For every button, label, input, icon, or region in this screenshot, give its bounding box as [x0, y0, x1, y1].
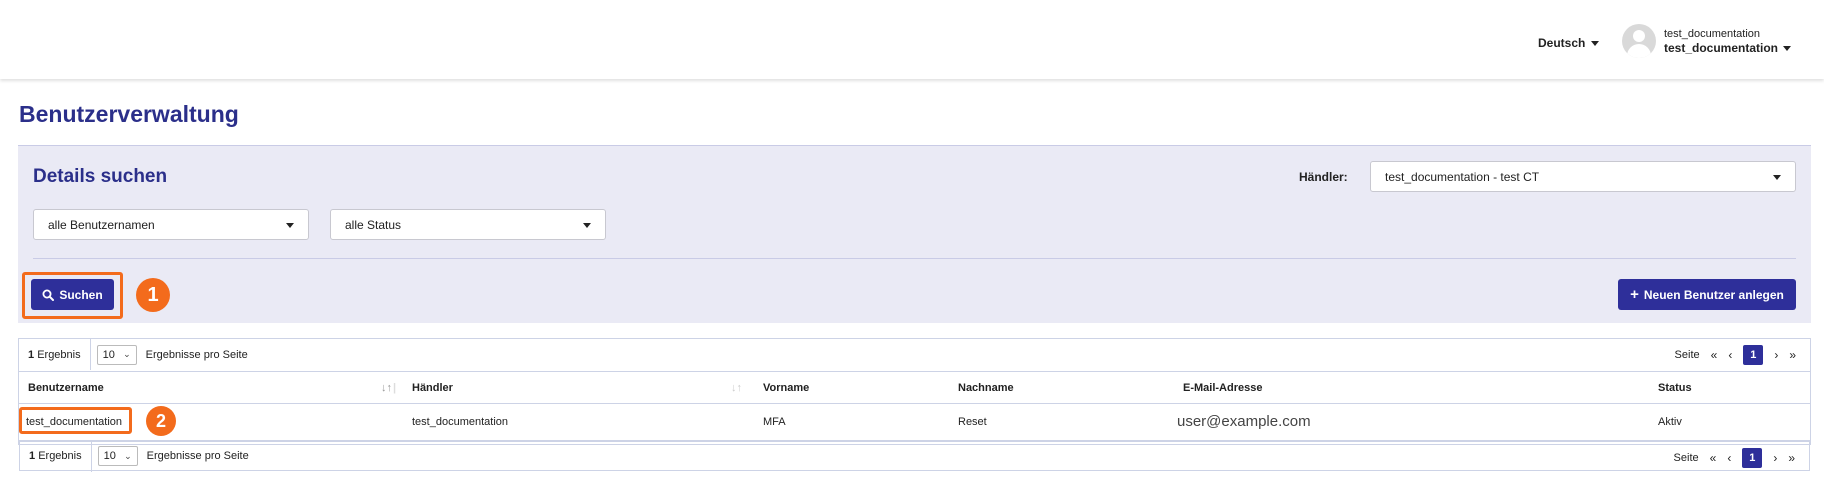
table-header-row: Benutzername ↓↑ | Händler ↓↑ Vorname Nac…	[19, 371, 1810, 404]
result-count: 1	[28, 348, 35, 361]
last-page-button[interactable]: »	[1788, 451, 1795, 465]
new-user-button[interactable]: + Neuen Benutzer anlegen	[1618, 279, 1796, 310]
username-filter-value: alle Benutzernamen	[48, 217, 155, 232]
first-page-button[interactable]: «	[1710, 451, 1717, 465]
callout-step-2: 2	[146, 406, 176, 436]
status-filter-select[interactable]: alle Status	[330, 209, 606, 240]
table-row: test_documentation 2 test_documentation …	[19, 405, 1810, 438]
caret-down-icon	[1591, 40, 1600, 46]
search-button[interactable]: Suchen	[31, 279, 114, 310]
search-panel-title: Details suchen	[33, 166, 168, 187]
panel-divider	[33, 258, 1796, 259]
plus-icon: +	[1630, 285, 1639, 303]
caret-down-icon	[1773, 175, 1781, 180]
cell-status: Aktiv	[1658, 415, 1682, 428]
language-selector[interactable]: Deutsch	[1538, 36, 1600, 50]
prev-page-button[interactable]: ‹	[1727, 451, 1731, 465]
current-page-button[interactable]: 1	[1743, 344, 1764, 365]
page-label: Seite	[1674, 348, 1700, 361]
new-user-button-label: Neuen Benutzer anlegen	[1643, 287, 1784, 302]
user-name-bottom: test_documentation	[1664, 41, 1779, 55]
pagination: Seite « ‹ 1 › »	[1675, 339, 1796, 370]
caret-down-icon	[1783, 45, 1792, 51]
next-page-button[interactable]: ›	[1774, 348, 1778, 362]
page-size-value: 10	[102, 348, 115, 361]
user-name-top: test_documentation	[1664, 28, 1761, 40]
haendler-select-value: test_documentation - test CT	[1385, 169, 1540, 184]
haendler-label: Händler:	[1299, 170, 1348, 184]
results-table: 1 Ergebnis 10 ⌄ Ergebnisse pro Seite Sei…	[18, 338, 1811, 445]
current-page-button[interactable]: 1	[1742, 447, 1763, 468]
first-page-button[interactable]: «	[1711, 348, 1718, 362]
next-page-button[interactable]: ›	[1773, 451, 1777, 465]
column-header-nachname: Nachname	[958, 381, 1014, 394]
last-page-button[interactable]: »	[1789, 348, 1796, 362]
sort-icon[interactable]: ↓↑	[381, 372, 392, 403]
user-avatar-icon	[1622, 24, 1656, 58]
result-label: Ergebnis	[38, 450, 82, 462]
user-menu[interactable]: test_documentation test_documentation	[1622, 24, 1792, 58]
status-filter-value: alle Status	[345, 217, 402, 232]
column-header-haendler[interactable]: Händler	[412, 372, 453, 403]
chevron-down-icon: ⌄	[123, 349, 131, 359]
column-header-email: E-Mail-Adresse	[1183, 381, 1263, 394]
search-icon	[42, 289, 55, 301]
cell-vorname: MFA	[763, 415, 786, 428]
column-header-benutzername[interactable]: Benutzername	[28, 372, 104, 403]
cell-email: user@example.com	[1177, 413, 1311, 430]
cell-benutzername[interactable]: test_documentation	[26, 405, 122, 438]
caret-down-icon	[583, 223, 591, 228]
result-label: Ergebnis	[37, 348, 81, 361]
cell-nachname: Reset	[958, 415, 987, 428]
page-size-value: 10	[103, 450, 116, 462]
column-header-status: Status	[1658, 381, 1692, 394]
page-label: Seite	[1673, 451, 1699, 464]
callout-step-1: 1	[136, 278, 170, 312]
pagination: Seite « ‹ 1 › »	[1674, 442, 1795, 473]
language-label: Deutsch	[1538, 36, 1586, 50]
search-button-label: Suchen	[59, 287, 103, 302]
column-header-vorname: Vorname	[763, 381, 810, 394]
username-filter-select[interactable]: alle Benutzernamen	[33, 209, 309, 240]
top-bar: Deutsch test_documentation test_document…	[0, 0, 1824, 79]
result-count: 1	[29, 450, 36, 462]
table-top-bar: 1 Ergebnis 10 ⌄ Ergebnisse pro Seite Sei…	[19, 339, 1810, 370]
page-title: Benutzerverwaltung	[19, 101, 239, 127]
per-page-label: Ergebnisse pro Seite	[146, 450, 249, 462]
prev-page-button[interactable]: ‹	[1728, 348, 1732, 362]
per-page-label: Ergebnisse pro Seite	[145, 348, 248, 361]
page-size-select[interactable]: 10 ⌄	[97, 446, 138, 466]
page-size-select[interactable]: 10 ⌄	[96, 344, 137, 365]
cell-haendler: test_documentation	[412, 415, 509, 428]
search-panel: Details suchen Händler: test_documentati…	[18, 145, 1811, 323]
caret-down-icon	[286, 223, 294, 228]
chevron-down-icon: ⌄	[124, 450, 132, 461]
haendler-select[interactable]: test_documentation - test CT	[1370, 161, 1796, 192]
table-bottom-bar: 1 Ergebnis 10 ⌄ Ergebnisse pro Seite Sei…	[19, 440, 1810, 473]
sort-icon[interactable]: ↓↑	[731, 372, 742, 403]
